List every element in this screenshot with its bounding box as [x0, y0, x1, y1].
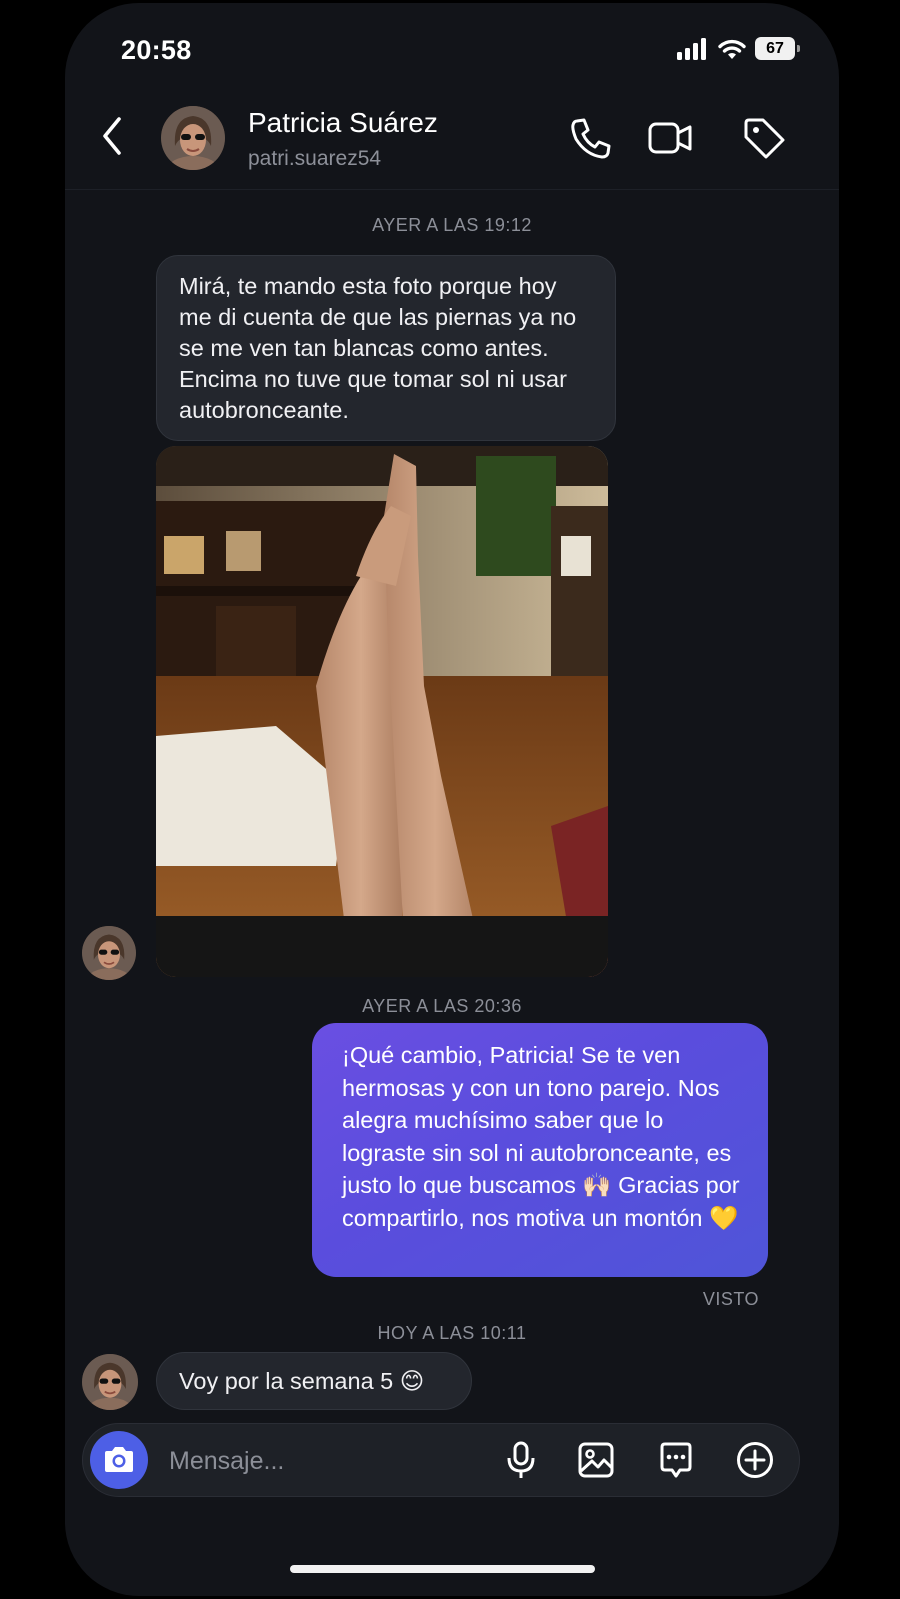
contact-name[interactable]: Patricia Suárez	[248, 107, 438, 139]
tag-icon[interactable]	[741, 115, 787, 161]
contact-avatar[interactable]	[161, 106, 225, 170]
sticker-icon[interactable]	[656, 1440, 696, 1480]
wifi-icon	[718, 39, 746, 59]
timestamp-1: AYER A LAS 19:12	[372, 215, 532, 235]
add-icon[interactable]	[735, 1440, 775, 1480]
message-input[interactable]	[167, 1434, 471, 1488]
camera-button[interactable]	[90, 1431, 148, 1489]
timestamp-2: AYER A LAS 20:36	[362, 996, 522, 1016]
camera-icon	[105, 1447, 133, 1472]
video-icon[interactable]	[647, 115, 693, 161]
seen-indicator: VISTO	[702, 1289, 759, 1309]
status-icons: 67	[677, 37, 800, 60]
back-icon[interactable]	[93, 113, 133, 159]
signal-icon	[677, 37, 706, 60]
home-indicator[interactable]	[290, 1565, 595, 1573]
battery-indicator: 67	[755, 37, 800, 60]
phone-screen: 20:58 67 Patricia Suárez patri.suarez54 …	[65, 3, 839, 1596]
message-composer	[82, 1423, 800, 1497]
outgoing-message-1[interactable]: ¡Qué cambio, Patricia! Se te ven hermosa…	[312, 1023, 768, 1277]
shared-photo[interactable]	[156, 446, 608, 977]
photo-image	[156, 446, 608, 977]
phone-icon[interactable]	[568, 115, 614, 161]
contact-avatar-small[interactable]	[82, 1354, 138, 1410]
incoming-message-2[interactable]: Voy por la semana 5 😊	[156, 1352, 472, 1410]
contact-handle: patri.suarez54	[248, 147, 382, 170]
status-time: 20:58	[121, 35, 192, 65]
gallery-icon[interactable]	[576, 1440, 616, 1480]
contact-avatar-small[interactable]	[82, 926, 136, 980]
timestamp-3: HOY A LAS 10:11	[377, 1323, 527, 1343]
microphone-icon[interactable]	[501, 1440, 541, 1480]
chat-header: Patricia Suárez patri.suarez54	[65, 93, 839, 190]
incoming-message-1[interactable]: Mirá, te mando esta foto porque hoy me d…	[156, 255, 616, 441]
